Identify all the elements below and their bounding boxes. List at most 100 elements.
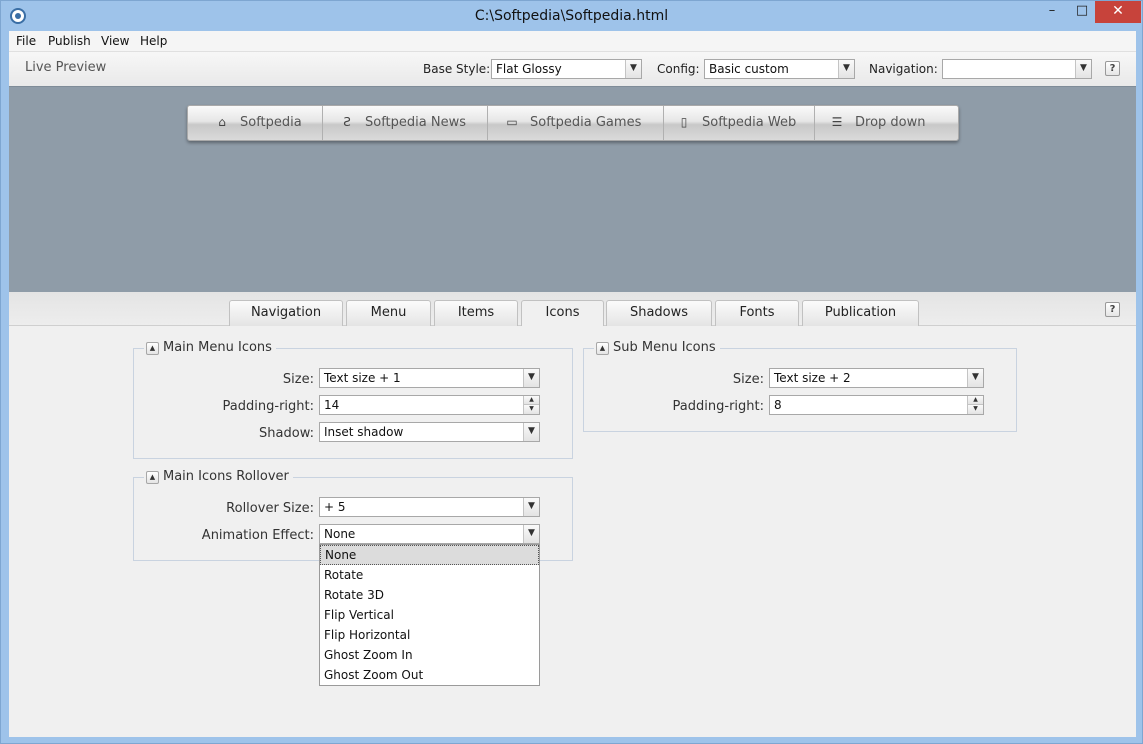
chevron-down-icon[interactable]: ▼	[838, 60, 854, 78]
mobile-icon: ▯	[680, 115, 688, 129]
size-value: Text size + 1	[324, 371, 401, 385]
tab-icons[interactable]: Icons	[521, 300, 604, 327]
animation-effect-select[interactable]: None ▼	[319, 524, 540, 544]
tab-navigation[interactable]: Navigation	[229, 300, 343, 326]
sub-icon-size-select[interactable]: Text size + 2 ▼	[769, 368, 984, 388]
navigation-select[interactable]: ▼	[942, 59, 1092, 79]
padding-right-label: Padding-right:	[222, 399, 314, 414]
shadow-label: Shadow:	[259, 426, 314, 441]
dropdown-option-flip-horizontal[interactable]: Flip Horizontal	[320, 625, 539, 645]
preview-nav-item-softpedia-news[interactable]: Ƨ Softpedia News	[323, 106, 488, 140]
sub-padding-right-spinner[interactable]: 8 ▲ ▼	[769, 395, 984, 415]
chevron-down-icon[interactable]: ▼	[523, 423, 539, 441]
sub-menu-icons-group: ▲ Sub Menu Icons Size: Text size + 2 ▼ Pa…	[583, 340, 1017, 432]
live-preview-label: Live Preview	[25, 60, 107, 75]
maximize-button[interactable]: □	[1069, 1, 1095, 23]
menu-publish[interactable]: Publish	[48, 34, 91, 48]
toolbar: Live Preview Base Style: Flat Glossy ▼ C…	[9, 52, 1136, 86]
tab-items[interactable]: Items	[434, 300, 518, 326]
navigation-label: Navigation:	[869, 62, 938, 76]
client-area: File Publish View Help Live Preview Base…	[9, 31, 1136, 737]
chevron-down-icon[interactable]: ▼	[523, 525, 539, 543]
collapse-icon[interactable]: ▲	[146, 471, 159, 484]
animation-effect-value: None	[324, 527, 356, 541]
window-title: C:\Softpedia\Softpedia.html	[474, 8, 669, 24]
chevron-down-icon[interactable]: ▼	[625, 60, 641, 78]
group-title-label: Sub Menu Icons	[613, 340, 716, 355]
preview-nav-label: Softpedia	[240, 115, 302, 130]
preview-nav-item-drop-down[interactable]: ☰ Drop down	[815, 106, 958, 140]
settings-tab-strip: Navigation Menu Items Icons Shadows Font…	[9, 292, 1136, 327]
dropdown-option-rotate-3d[interactable]: Rotate 3D	[320, 585, 539, 605]
chevron-down-icon[interactable]: ▼	[523, 369, 539, 387]
preview-nav-label: Softpedia Web	[702, 115, 797, 130]
tab-publication[interactable]: Publication	[802, 300, 919, 326]
rollover-size-value: + 5	[324, 500, 346, 514]
base-style-value: Flat Glossy	[496, 62, 562, 76]
collapse-icon[interactable]: ▲	[596, 342, 609, 355]
spin-down-icon[interactable]: ▼	[523, 405, 539, 414]
rollover-size-label: Rollover Size:	[226, 501, 314, 516]
spin-up-icon[interactable]: ▲	[523, 396, 539, 405]
list-icon: ☰	[831, 115, 843, 129]
preview-nav-bar: ⌂ Softpedia Ƨ Softpedia News ▭ Softpedia Ga…	[187, 105, 959, 141]
icons-settings-panel: ▲ Main Menu Icons Size: Text size + 1 ▼ P…	[9, 326, 1136, 737]
config-select[interactable]: Basic custom ▼	[704, 59, 855, 79]
base-style-select[interactable]: Flat Glossy ▼	[491, 59, 642, 79]
dropdown-option-rotate[interactable]: Rotate	[320, 565, 539, 585]
preview-nav-label: Softpedia News	[365, 115, 466, 130]
dropdown-option-none[interactable]: None	[320, 545, 539, 565]
padding-right-label: Padding-right:	[672, 399, 764, 414]
rollover-size-select[interactable]: + 5 ▼	[319, 497, 540, 517]
close-button[interactable]: ✕	[1095, 1, 1141, 23]
animation-effect-dropdown-list: None Rotate Rotate 3D Flip Vertical Flip…	[319, 544, 540, 686]
main-menu-icons-group: ▲ Main Menu Icons Size: Text size + 1 ▼ P…	[133, 340, 573, 459]
menu-bar: File Publish View Help	[9, 31, 1136, 52]
chevron-down-icon[interactable]: ▼	[523, 498, 539, 516]
dropdown-option-ghost-zoom-out[interactable]: Ghost Zoom Out	[320, 665, 539, 685]
home-icon: ⌂	[218, 115, 226, 129]
group-title-label: Main Menu Icons	[163, 340, 272, 355]
tabs-help-icon[interactable]: ?	[1105, 302, 1120, 317]
collapse-icon[interactable]: ▲	[146, 342, 159, 355]
chevron-down-icon[interactable]: ▼	[1075, 60, 1091, 78]
minimize-button[interactable]: –	[1035, 1, 1069, 23]
preview-nav-label: Drop down	[855, 115, 926, 130]
size-label: Size:	[732, 372, 764, 387]
group-title: ▲ Main Menu Icons	[144, 340, 276, 355]
group-title: ▲ Main Icons Rollover	[144, 469, 293, 484]
menu-file[interactable]: File	[16, 34, 36, 48]
preview-nav-label: Softpedia Games	[530, 115, 642, 130]
dropdown-option-ghost-zoom-in[interactable]: Ghost Zoom In	[320, 645, 539, 665]
base-style-label: Base Style:	[423, 62, 491, 76]
menu-view[interactable]: View	[101, 34, 129, 48]
preview-nav-item-softpedia[interactable]: ⌂ Softpedia	[188, 106, 323, 140]
chevron-down-icon[interactable]: ▼	[967, 369, 983, 387]
size-label: Size:	[282, 372, 314, 387]
css3-icon: Ƨ	[343, 115, 351, 129]
desktop-icon: ▭	[506, 115, 518, 129]
preview-nav-item-softpedia-web[interactable]: ▯ Softpedia Web	[664, 106, 815, 140]
size-value: Text size + 2	[774, 371, 851, 385]
padding-value: 8	[774, 398, 782, 412]
spin-up-icon[interactable]: ▲	[967, 396, 983, 405]
tab-fonts[interactable]: Fonts	[715, 300, 799, 326]
main-shadow-select[interactable]: Inset shadow ▼	[319, 422, 540, 442]
config-value: Basic custom	[709, 62, 789, 76]
title-bar: C:\Softpedia\Softpedia.html – □ ✕	[1, 1, 1142, 31]
menu-help[interactable]: Help	[140, 34, 167, 48]
tab-menu[interactable]: Menu	[346, 300, 431, 326]
spin-down-icon[interactable]: ▼	[967, 405, 983, 414]
toolbar-help-icon[interactable]: ?	[1105, 61, 1120, 76]
main-icon-size-select[interactable]: Text size + 1 ▼	[319, 368, 540, 388]
shadow-value: Inset shadow	[324, 425, 404, 439]
group-title: ▲ Sub Menu Icons	[594, 340, 720, 355]
tab-shadows[interactable]: Shadows	[606, 300, 712, 326]
main-padding-right-spinner[interactable]: 14 ▲ ▼	[319, 395, 540, 415]
dropdown-option-flip-vertical[interactable]: Flip Vertical	[320, 605, 539, 625]
app-window: C:\Softpedia\Softpedia.html – □ ✕ File P…	[0, 0, 1143, 744]
group-title-label: Main Icons Rollover	[163, 469, 289, 484]
preview-nav-item-softpedia-games[interactable]: ▭ Softpedia Games	[488, 106, 664, 140]
padding-value: 14	[324, 398, 340, 412]
live-preview-area: ⌂ Softpedia Ƨ Softpedia News ▭ Softpedia Ga…	[9, 86, 1136, 292]
